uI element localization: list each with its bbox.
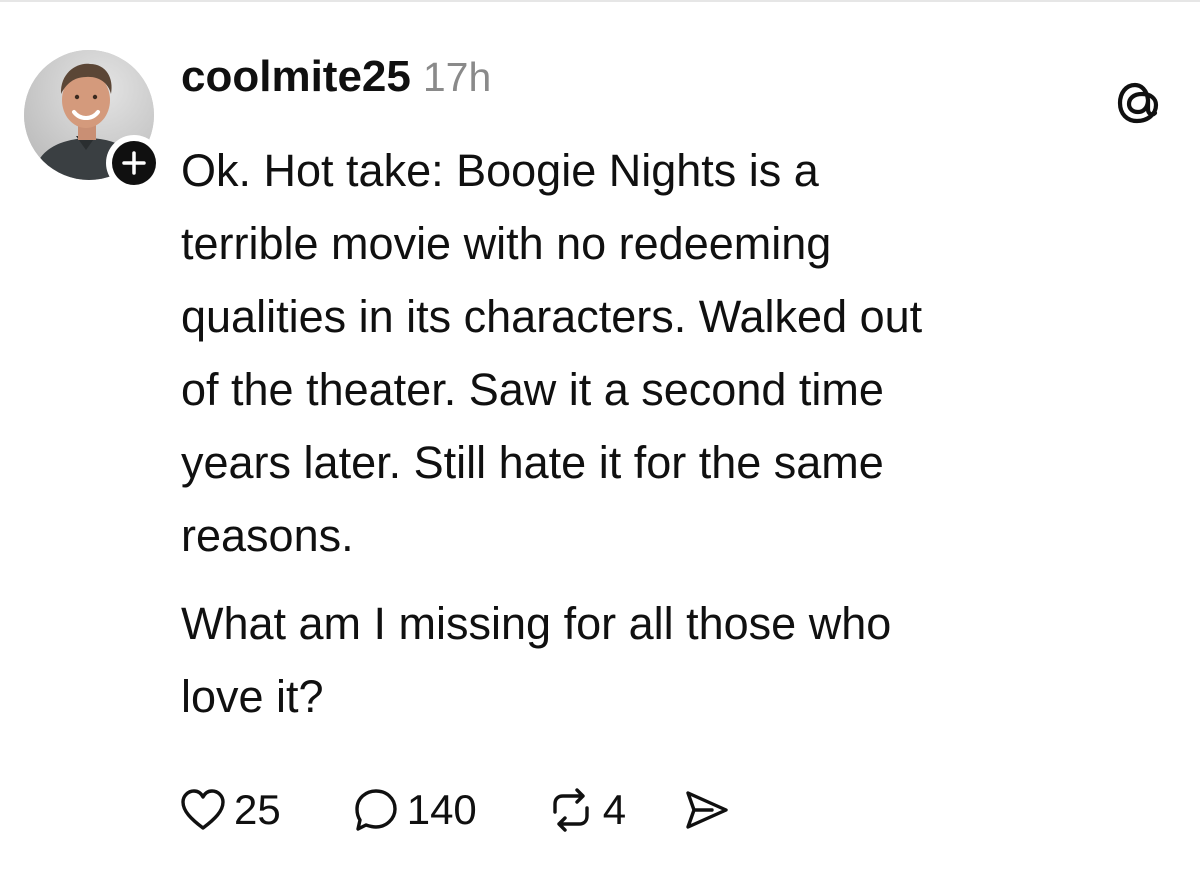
like-count: 25 <box>234 786 281 833</box>
follow-button[interactable] <box>106 135 162 191</box>
action-bar: 25 140 4 <box>180 780 730 840</box>
threads-logo-icon[interactable] <box>1112 76 1164 128</box>
post-paragraph: What am I missing for all those who love… <box>181 598 892 722</box>
username[interactable]: coolmite25 <box>181 52 411 102</box>
post-header: coolmite25 17h <box>181 52 491 108</box>
post-paragraph: Ok. Hot take: Boogie Nights is a terribl… <box>181 145 923 561</box>
speech-bubble-icon <box>353 787 399 833</box>
like-button[interactable]: 25 <box>180 786 281 834</box>
repost-button[interactable]: 4 <box>547 786 626 834</box>
heart-icon <box>180 788 226 832</box>
repost-count: 4 <box>602 786 627 833</box>
plus-icon <box>112 141 156 185</box>
reply-button[interactable]: 140 <box>353 786 477 834</box>
repost-icon <box>547 788 595 832</box>
timestamp: 17h <box>422 54 492 100</box>
post-text: Ok. Hot take: Boogie Nights is a terribl… <box>181 134 1171 733</box>
paper-plane-icon <box>682 788 730 832</box>
top-divider <box>0 0 1200 2</box>
share-button[interactable] <box>682 788 730 832</box>
reply-count: 140 <box>406 786 477 833</box>
